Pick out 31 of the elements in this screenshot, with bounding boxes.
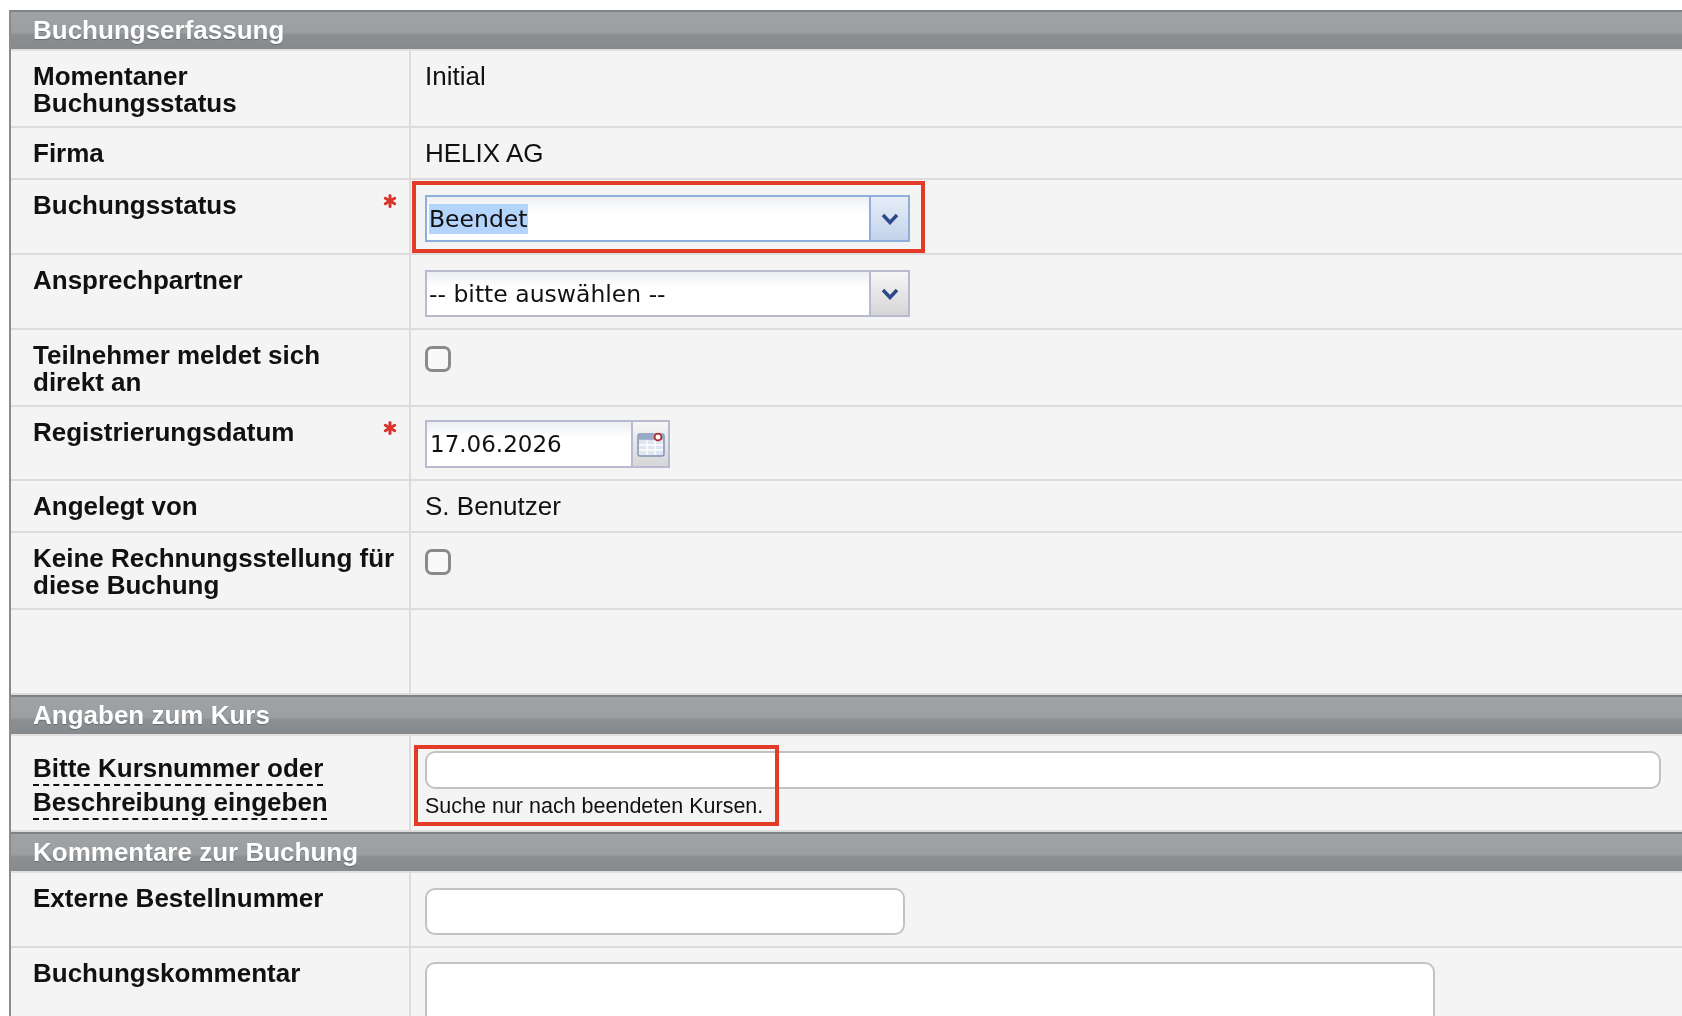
date-field[interactable]: 17.06.2026 [425, 420, 631, 468]
dropdown-button[interactable] [869, 272, 908, 315]
text-input-field[interactable] [425, 888, 905, 935]
section-header: Buchungserfassung [11, 10, 1682, 51]
field-label: Bitte Kursnummer oder Beschreibung eingeben [33, 752, 329, 819]
field-value: HELIX AG [425, 140, 544, 167]
calendar-icon [636, 431, 665, 457]
field-label: Keine Rechnungsstellung für diese Buchung [33, 545, 396, 599]
field-label: Teilnehmer meldet sich direkt an [33, 342, 322, 396]
dropdown-select[interactable]: -- bitte auswählen -- [425, 270, 910, 317]
section-header: Kommentare zur Buchung [11, 832, 1682, 873]
field-label: Registrierungsdatum [33, 419, 295, 446]
field-label: Buchungskommentar [33, 960, 301, 987]
section-header: Angaben zum Kurs [11, 695, 1682, 736]
field-value: S. Benutzer [425, 493, 561, 520]
field-label: Momentaner Buchungsstatus [33, 63, 238, 117]
field-label: Externe Bestellnummer [33, 885, 324, 912]
checkbox[interactable] [425, 549, 451, 575]
field-label: Ansprechpartner [33, 267, 243, 294]
field-label: Buchungsstatus [33, 192, 237, 219]
dropdown-select[interactable]: Beendet [425, 195, 910, 242]
field-label: Angelegt von [33, 493, 198, 520]
field-label: Firma [33, 140, 104, 167]
chevron-down-icon [880, 287, 899, 300]
text-input-field[interactable] [425, 751, 1661, 789]
checkbox[interactable] [425, 346, 451, 372]
field-value: Initial [425, 63, 486, 90]
chevron-down-icon [880, 212, 899, 225]
calendar-button[interactable] [631, 420, 670, 468]
hint-text: Suche nur nach beendeten Kursen. [425, 793, 764, 819]
dropdown-button[interactable] [869, 197, 908, 240]
